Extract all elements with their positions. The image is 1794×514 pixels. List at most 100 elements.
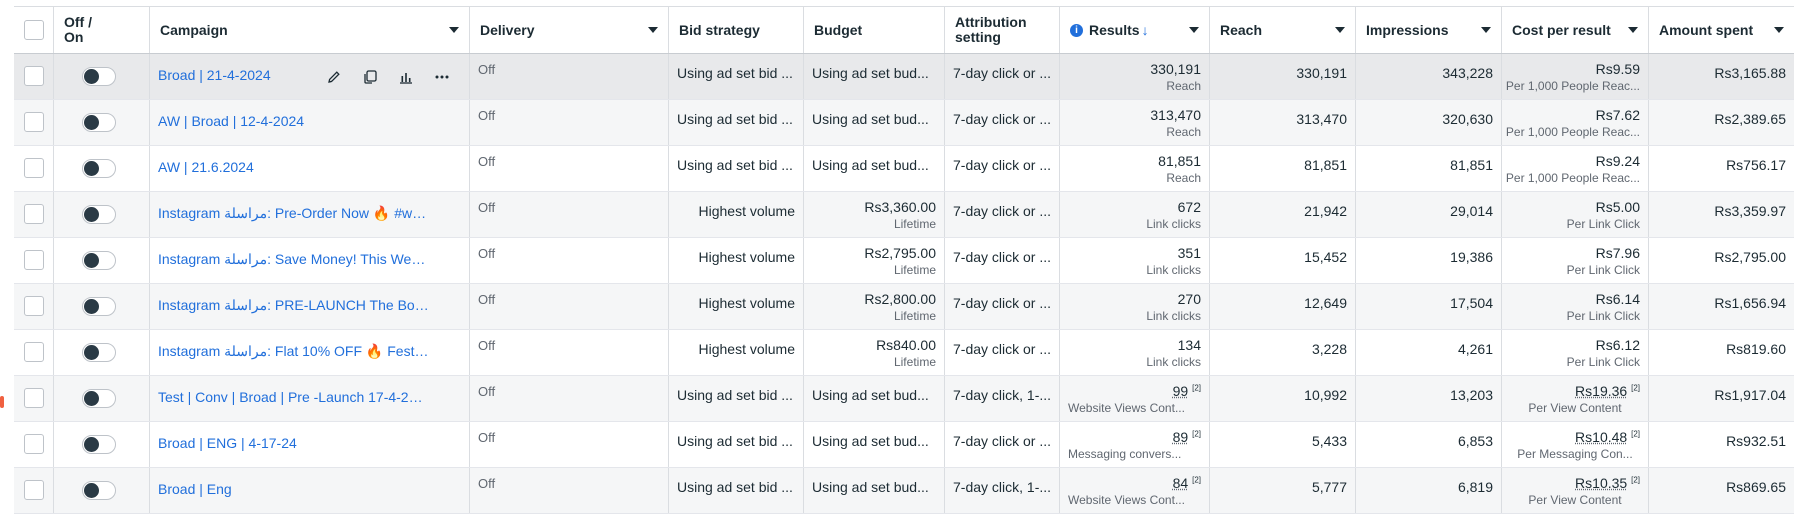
row-checkbox[interactable] bbox=[24, 388, 44, 408]
header-bid-strategy[interactable]: Bid strategy bbox=[669, 7, 804, 53]
campaign-toggle[interactable] bbox=[82, 67, 116, 86]
chevron-down-icon[interactable] bbox=[1774, 27, 1784, 33]
results-value: 84 bbox=[1173, 475, 1189, 491]
header-campaign[interactable]: Campaign bbox=[150, 7, 470, 53]
campaign-name-link[interactable]: Broad | 21-4-2024 bbox=[158, 67, 271, 83]
cost-per-result-cell: Rs6.12 Per Link Click bbox=[1502, 330, 1649, 375]
row-checkbox[interactable] bbox=[24, 250, 44, 270]
cost-per-result-type: Per Link Click bbox=[1567, 263, 1640, 277]
header-delivery[interactable]: Delivery bbox=[470, 7, 669, 53]
amount-spent-value: Rs819.60 bbox=[1726, 341, 1786, 357]
header-attribution[interactable]: Attribution setting bbox=[945, 7, 1060, 53]
budget-cell: Rs840.00 Lifetime bbox=[804, 330, 945, 375]
table-row[interactable]: Broad | 21-4-2024 Off Using ad set bid ...… bbox=[14, 54, 1794, 100]
impressions-value: 6,853 bbox=[1458, 433, 1493, 449]
header-off-on-label: Off / On bbox=[64, 15, 104, 45]
campaign-cell: Broad | 21-4-2024 bbox=[150, 54, 470, 99]
footnote-marker[interactable]: [2] bbox=[1192, 383, 1201, 392]
row-toggle-cell bbox=[54, 100, 150, 145]
footnote-marker[interactable]: [2] bbox=[1192, 429, 1201, 438]
campaign-toggle[interactable] bbox=[82, 435, 116, 454]
campaign-name-link[interactable]: Instagram مراسلة: Pre-Order Now 🔥 #weste… bbox=[158, 205, 430, 222]
table-row[interactable]: Instagram مراسلة: Pre-Order Now 🔥 #weste… bbox=[14, 192, 1794, 238]
table-row[interactable]: Test | Conv | Broad | Pre -Launch 17-4-2… bbox=[14, 376, 1794, 422]
results-type: Website Views Cont... bbox=[1068, 401, 1185, 415]
row-checkbox[interactable] bbox=[24, 434, 44, 454]
row-actions bbox=[321, 65, 455, 89]
table-row[interactable]: Broad | Eng Off Using ad set bid ... Using … bbox=[14, 468, 1794, 514]
campaign-name-link[interactable]: AW | 21.6.2024 bbox=[158, 159, 254, 175]
campaign-name-link[interactable]: AW | Broad | 12-4-2024 bbox=[158, 113, 304, 129]
row-checkbox[interactable] bbox=[24, 204, 44, 224]
reach-value: 10,992 bbox=[1304, 387, 1347, 403]
campaign-toggle[interactable] bbox=[82, 205, 116, 224]
footnote-marker[interactable]: [2] bbox=[1631, 383, 1640, 392]
chart-icon[interactable] bbox=[393, 65, 419, 89]
campaign-name-link[interactable]: Broad | Eng bbox=[158, 481, 232, 497]
table-row[interactable]: AW | Broad | 12-4-2024 Off Using ad set bi… bbox=[14, 100, 1794, 146]
row-checkbox[interactable] bbox=[24, 480, 44, 500]
header-cost-per-result[interactable]: Cost per result bbox=[1502, 7, 1649, 53]
campaign-cell: Instagram مراسلة: Save Money! This Week … bbox=[150, 238, 470, 283]
campaign-toggle[interactable] bbox=[82, 389, 116, 408]
footnote-marker[interactable]: [2] bbox=[1631, 429, 1640, 438]
campaign-toggle[interactable] bbox=[82, 159, 116, 178]
campaign-name-link[interactable]: Test | Conv | Broad | Pre -Launch 17-4-2… bbox=[158, 389, 430, 405]
footnote-marker[interactable]: [2] bbox=[1631, 475, 1640, 484]
reach-cell: 330,191 bbox=[1210, 54, 1356, 99]
bid-cell: Highest volume bbox=[669, 192, 804, 237]
campaigns-table: Off / On Campaign Delivery Bid strategy … bbox=[14, 6, 1794, 514]
more-icon[interactable] bbox=[429, 65, 455, 89]
edit-icon[interactable] bbox=[321, 65, 347, 89]
cpr-wrap: Rs10.48 [2] bbox=[1575, 429, 1640, 445]
row-checkbox[interactable] bbox=[24, 158, 44, 178]
campaign-toggle[interactable] bbox=[82, 481, 116, 500]
chevron-down-icon[interactable] bbox=[1628, 27, 1638, 33]
results-cell: 672 Link clicks bbox=[1060, 192, 1210, 237]
bid-cell: Using ad set bid ... bbox=[669, 100, 804, 145]
sort-descending-icon[interactable]: ↓ bbox=[1142, 22, 1149, 38]
duplicate-icon[interactable] bbox=[357, 65, 383, 89]
impressions-value: 81,851 bbox=[1450, 157, 1493, 173]
results-type: Link clicks bbox=[1146, 309, 1201, 323]
header-amount-spent[interactable]: Amount spent bbox=[1649, 7, 1794, 53]
delivery-cell: Off bbox=[470, 100, 669, 145]
select-all-checkbox[interactable] bbox=[24, 20, 44, 40]
campaign-name-link[interactable]: Instagram مراسلة: Flat 10% OFF 🔥 Festive… bbox=[158, 343, 430, 360]
footnote-marker[interactable]: [2] bbox=[1192, 475, 1201, 484]
campaign-toggle[interactable] bbox=[82, 343, 116, 362]
table-row[interactable]: Instagram مراسلة: Flat 10% OFF 🔥 Festive… bbox=[14, 330, 1794, 376]
header-budget[interactable]: Budget bbox=[804, 7, 945, 53]
header-impressions-label: Impressions bbox=[1366, 23, 1475, 38]
header-off-on[interactable]: Off / On bbox=[54, 7, 150, 53]
info-icon[interactable]: i bbox=[1070, 24, 1083, 37]
row-checkbox[interactable] bbox=[24, 66, 44, 86]
header-impressions[interactable]: Impressions bbox=[1356, 7, 1502, 53]
table-row[interactable]: Broad | ENG | 4-17-24 Off Using ad set bid… bbox=[14, 422, 1794, 468]
row-checkbox[interactable] bbox=[24, 296, 44, 316]
row-toggle-cell bbox=[54, 376, 150, 421]
chevron-down-icon[interactable] bbox=[1335, 27, 1345, 33]
chevron-down-icon[interactable] bbox=[449, 27, 459, 33]
header-reach[interactable]: Reach bbox=[1210, 7, 1356, 53]
budget-value: Using ad set bud... bbox=[812, 479, 929, 495]
chevron-down-icon[interactable] bbox=[1189, 27, 1199, 33]
results-type: Link clicks bbox=[1146, 217, 1201, 231]
bid-cell: Highest volume bbox=[669, 284, 804, 329]
campaign-name-link[interactable]: Instagram مراسلة: Save Money! This Week … bbox=[158, 251, 430, 268]
row-checkbox[interactable] bbox=[24, 342, 44, 362]
campaign-name-link[interactable]: Broad | ENG | 4-17-24 bbox=[158, 435, 297, 451]
header-results[interactable]: i Results ↓ bbox=[1060, 7, 1210, 53]
impressions-value: 4,261 bbox=[1458, 341, 1493, 357]
campaign-toggle[interactable] bbox=[82, 297, 116, 316]
table-row[interactable]: Instagram مراسلة: Save Money! This Week … bbox=[14, 238, 1794, 284]
row-checkbox[interactable] bbox=[24, 112, 44, 132]
campaign-toggle[interactable] bbox=[82, 113, 116, 132]
table-row[interactable]: AW | 21.6.2024 Off Using ad set bid ... Usi… bbox=[14, 146, 1794, 192]
chevron-down-icon[interactable] bbox=[1481, 27, 1491, 33]
table-row[interactable]: Instagram مراسلة: PRE-LAUNCH The Boxy Dr… bbox=[14, 284, 1794, 330]
chevron-down-icon[interactable] bbox=[648, 27, 658, 33]
results-type: Messaging convers... bbox=[1068, 447, 1181, 461]
campaign-toggle[interactable] bbox=[82, 251, 116, 270]
campaign-name-link[interactable]: Instagram مراسلة: PRE-LAUNCH The Boxy Dr… bbox=[158, 297, 430, 314]
